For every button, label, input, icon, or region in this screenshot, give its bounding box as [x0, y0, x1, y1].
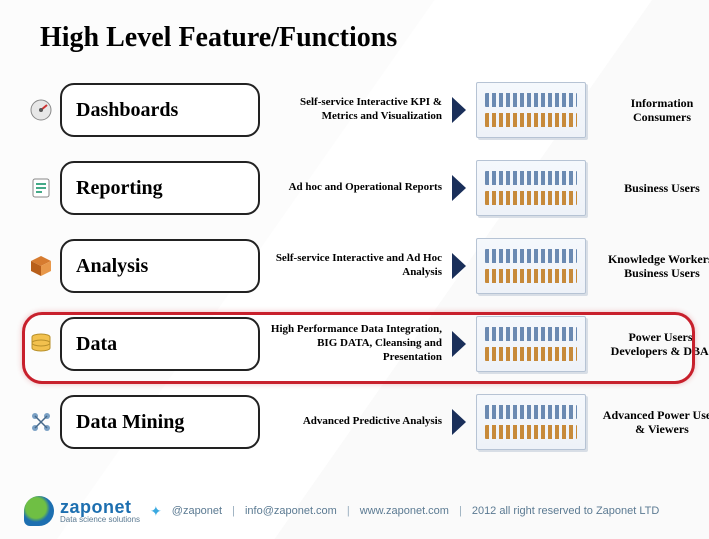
brand-tagline: Data science solutions	[60, 516, 140, 524]
arrow-icon	[452, 175, 470, 201]
brand-name: zaponet	[60, 498, 140, 516]
arrow-icon	[452, 409, 470, 435]
thumbnail-data	[476, 316, 586, 372]
desc-reporting: Ad hoc and Operational Reports	[266, 181, 446, 195]
logo-mark-icon	[24, 496, 54, 526]
desc-analysis: Self-service Interactive and Ad Hoc Anal…	[266, 252, 446, 280]
separator: |	[347, 505, 350, 517]
footer-site: www.zaponet.com	[360, 505, 449, 517]
feature-rows: Dashboards Self-service Interactive KPI …	[28, 80, 689, 452]
pill-dashboards: Dashboards	[60, 83, 260, 137]
thumbnail-dashboards	[476, 82, 586, 138]
database-icon	[28, 331, 54, 357]
thumbnail-reporting	[476, 160, 586, 216]
footer: zaponet Data science solutions ✦ @zapone…	[24, 489, 693, 533]
desc-data: High Performance Data Integration, BIG D…	[266, 323, 446, 364]
thumbnail-analysis	[476, 238, 586, 294]
footer-email: info@zaponet.com	[245, 505, 337, 517]
pill-label: Analysis	[76, 255, 148, 278]
dashboard-icon	[28, 97, 54, 123]
arrow-icon	[452, 97, 470, 123]
footer-twitter: @zaponet	[172, 505, 222, 517]
page-title: High Level Feature/Functions	[40, 22, 397, 54]
row-data: Data High Performance Data Integration, …	[28, 314, 689, 374]
pill-label: Dashboards	[76, 99, 178, 122]
pill-label: Data	[76, 333, 117, 356]
pill-datamining: Data Mining	[60, 395, 260, 449]
pill-data: Data	[60, 317, 260, 371]
audience-datamining: Advanced Power Users & Viewers	[602, 408, 709, 437]
audience-analysis: Knowledge Workers/ Business Users	[602, 252, 709, 281]
row-datamining: Data Mining Advanced Predictive Analysis…	[28, 392, 689, 452]
mining-icon	[28, 409, 54, 435]
cube-icon	[28, 253, 54, 279]
audience-dashboards: Information Consumers	[602, 96, 709, 125]
pill-reporting: Reporting	[60, 161, 260, 215]
audience-reporting: Business Users	[602, 181, 709, 195]
separator: |	[459, 505, 462, 517]
row-analysis: Analysis Self-service Interactive and Ad…	[28, 236, 689, 296]
arrow-icon	[452, 331, 470, 357]
twitter-icon: ✦	[150, 503, 162, 520]
arrow-icon	[452, 253, 470, 279]
report-icon	[28, 175, 54, 201]
pill-label: Data Mining	[76, 411, 184, 434]
brand-logo: zaponet Data science solutions	[24, 496, 140, 526]
pill-analysis: Analysis	[60, 239, 260, 293]
thumbnail-datamining	[476, 394, 586, 450]
footer-rights: 2012 all right reserved to Zaponet LTD	[472, 505, 660, 517]
separator: |	[232, 505, 235, 517]
desc-dashboards: Self-service Interactive KPI & Metrics a…	[266, 96, 446, 124]
pill-label: Reporting	[76, 177, 163, 200]
row-reporting: Reporting Ad hoc and Operational Reports…	[28, 158, 689, 218]
row-dashboards: Dashboards Self-service Interactive KPI …	[28, 80, 689, 140]
audience-data: Power Users, Developers & DBAs	[602, 330, 709, 359]
desc-datamining: Advanced Predictive Analysis	[266, 415, 446, 429]
